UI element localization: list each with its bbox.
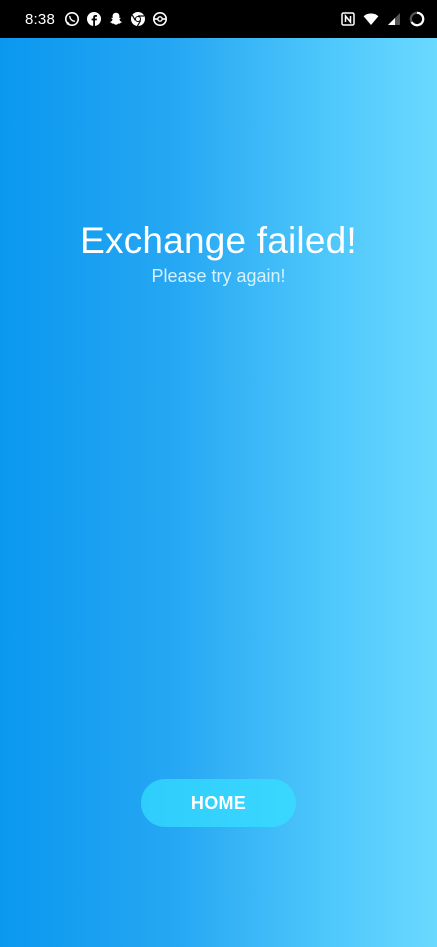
home-button[interactable]: HOME	[141, 779, 296, 827]
chrome-icon	[130, 11, 146, 27]
snapchat-icon	[108, 11, 124, 27]
whatsapp-icon	[64, 11, 80, 27]
system-icons	[340, 11, 425, 27]
notification-icons	[64, 11, 168, 27]
battery-charging-icon	[409, 11, 425, 27]
signal-icon	[386, 11, 402, 27]
exchange-result-screen: Exchange failed! Please try again! HOME	[0, 38, 437, 947]
status-bar: 8:38	[0, 0, 437, 38]
screen: 8:38 Exchange failed! Please try again! …	[0, 0, 437, 947]
result-subtitle: Please try again!	[151, 266, 286, 286]
wifi-icon	[363, 11, 379, 27]
status-time: 8:38	[25, 10, 55, 28]
facebook-icon	[86, 11, 102, 27]
nfc-icon	[340, 11, 356, 27]
result-title: Exchange failed!	[80, 220, 357, 261]
pokeball-icon	[152, 11, 168, 27]
